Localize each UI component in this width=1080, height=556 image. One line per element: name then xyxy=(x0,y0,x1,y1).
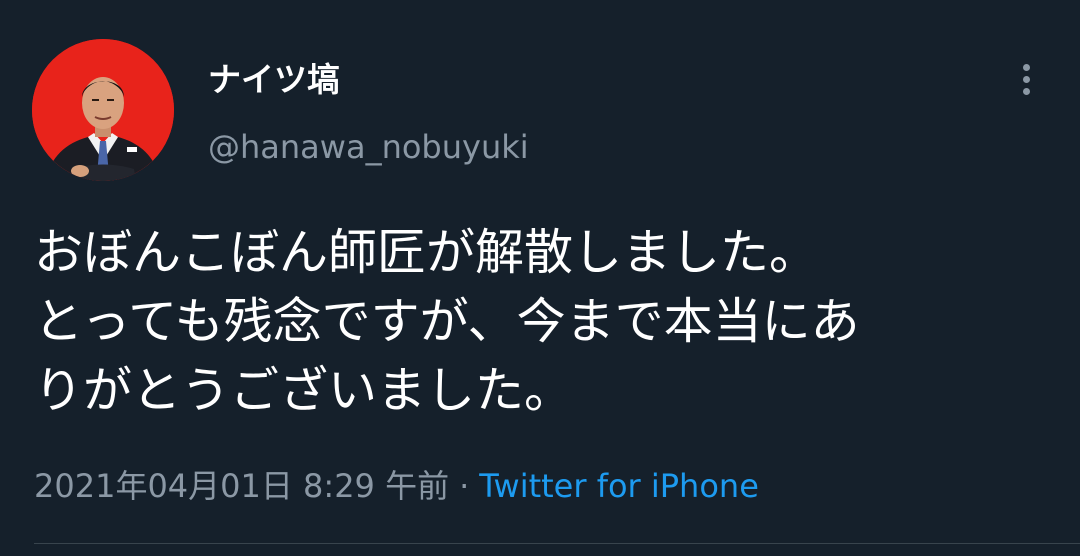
tweet-meta: 2021年04月01日 8:29 午前 · Twitter for iPhone xyxy=(34,462,759,510)
tweet-detail: ナイツ塙 @hanawa_nobuyuki おぼんこぼん師匠が解散しました。 と… xyxy=(0,0,1080,556)
meta-separator: · xyxy=(459,467,470,505)
tweet-text-line: おぼんこぼん師匠が解散しました。 xyxy=(34,224,819,281)
tweet-text-line: とっても残念ですが、今まで本当にあ xyxy=(34,293,860,350)
more-dot xyxy=(1023,76,1030,83)
divider xyxy=(34,543,1080,544)
display-name[interactable]: ナイツ塙 xyxy=(208,58,340,102)
more-dot xyxy=(1023,64,1030,71)
timestamp[interactable]: 2021年04月01日 8:29 午前 xyxy=(34,467,449,505)
user-handle[interactable]: @hanawa_nobuyuki xyxy=(208,125,529,169)
avatar[interactable] xyxy=(32,39,174,181)
profile-photo-icon xyxy=(32,39,174,181)
tweet-text: おぼんこぼん師匠が解散しました。 とっても残念ですが、今まで本当にあ りがとうご… xyxy=(34,218,1044,425)
source-link[interactable]: Twitter for iPhone xyxy=(479,467,759,505)
more-options-icon[interactable] xyxy=(1012,60,1042,100)
tweet-text-line: りがとうございました。 xyxy=(34,362,574,419)
more-dot xyxy=(1023,88,1030,95)
